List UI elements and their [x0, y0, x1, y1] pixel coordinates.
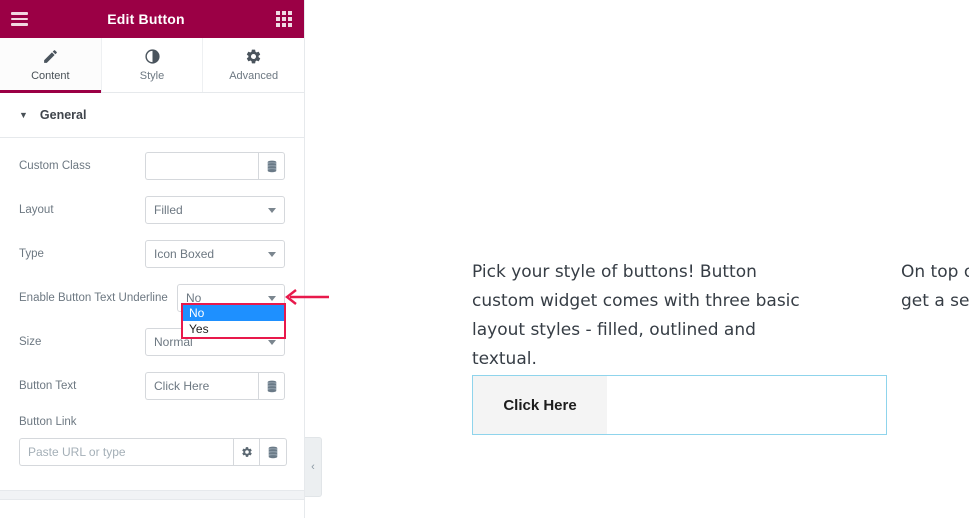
preview-button-widget[interactable]: Click Here — [472, 375, 887, 435]
field-custom-class: Custom Class — [19, 152, 285, 180]
custom-class-input[interactable] — [145, 152, 258, 180]
field-button-link: Button Link Paste URL or type — [19, 416, 287, 466]
tab-advanced-label: Advanced — [229, 70, 279, 82]
field-layout: Layout Filled — [19, 196, 285, 224]
pencil-icon — [42, 48, 59, 65]
underline-dropdown-options[interactable]: No Yes — [181, 303, 286, 339]
chevron-down-icon — [268, 295, 276, 301]
field-label-type: Type — [19, 248, 44, 260]
dynamic-tags-icon[interactable] — [260, 438, 287, 466]
chevron-down-icon — [268, 251, 276, 257]
field-button-text: Button Text Click Here — [19, 372, 285, 400]
preview-paragraph-right: On top of that you also get a set of sta… — [901, 262, 969, 311]
field-label-underline: Enable Button Text Underline — [19, 292, 168, 304]
type-select[interactable]: Icon Boxed — [145, 240, 285, 268]
panel-header: Edit Button — [0, 0, 304, 38]
field-label-button-link: Button Link — [19, 416, 77, 428]
field-label-size: Size — [19, 336, 42, 348]
tab-content-label: Content — [31, 70, 70, 82]
editor-panel: Edit Button Content Style Advanced ▼ Gen… — [0, 0, 305, 518]
dynamic-tags-icon[interactable] — [258, 152, 285, 180]
section-title-general: General — [39, 108, 87, 122]
layout-select-value: Filled — [154, 203, 183, 217]
section-header-icon[interactable]: ▶ Icon — [0, 500, 304, 518]
layout-select[interactable]: Filled — [145, 196, 285, 224]
annotation-arrow-icon — [285, 289, 329, 305]
preview-paragraph-left: Pick your style of buttons! Button custo… — [472, 262, 800, 369]
tab-style-label: Style — [139, 70, 165, 82]
contrast-circle-icon — [144, 48, 161, 65]
chevron-down-icon — [268, 207, 276, 213]
chevron-down-icon: ▼ — [19, 109, 28, 120]
preview-canvas: Pick your style of buttons! Button custo… — [306, 0, 969, 518]
field-label-layout: Layout — [19, 204, 54, 216]
field-label-custom-class: Custom Class — [19, 160, 91, 172]
preview-button-label: Click Here — [473, 376, 607, 434]
tab-advanced[interactable]: Advanced — [203, 38, 304, 92]
dropdown-option-yes[interactable]: Yes — [183, 321, 284, 337]
field-label-button-text: Button Text — [19, 380, 77, 392]
button-text-input[interactable]: Click Here — [145, 372, 258, 400]
page-title: Edit Button — [107, 11, 185, 27]
app-root: Edit Button Content Style Advanced ▼ Gen… — [0, 0, 969, 518]
section-header-general[interactable]: ▼ General — [0, 93, 304, 138]
type-select-value: Icon Boxed — [154, 247, 215, 261]
section-divider — [0, 490, 304, 500]
field-type: Type Icon Boxed — [19, 240, 285, 268]
chevron-down-icon — [268, 339, 276, 345]
dynamic-tags-icon[interactable] — [258, 372, 285, 400]
tab-content[interactable]: Content — [0, 38, 102, 93]
widgets-grid-icon[interactable] — [264, 0, 304, 38]
gear-icon — [245, 48, 262, 65]
panel-tabs: Content Style Advanced — [0, 38, 304, 93]
panel-collapse-handle[interactable]: ‹ — [305, 437, 322, 497]
link-options-gear-icon[interactable] — [233, 438, 260, 466]
button-link-input[interactable]: Paste URL or type — [19, 438, 233, 466]
dropdown-option-no[interactable]: No — [183, 305, 284, 321]
tab-style[interactable]: Style — [102, 38, 204, 92]
